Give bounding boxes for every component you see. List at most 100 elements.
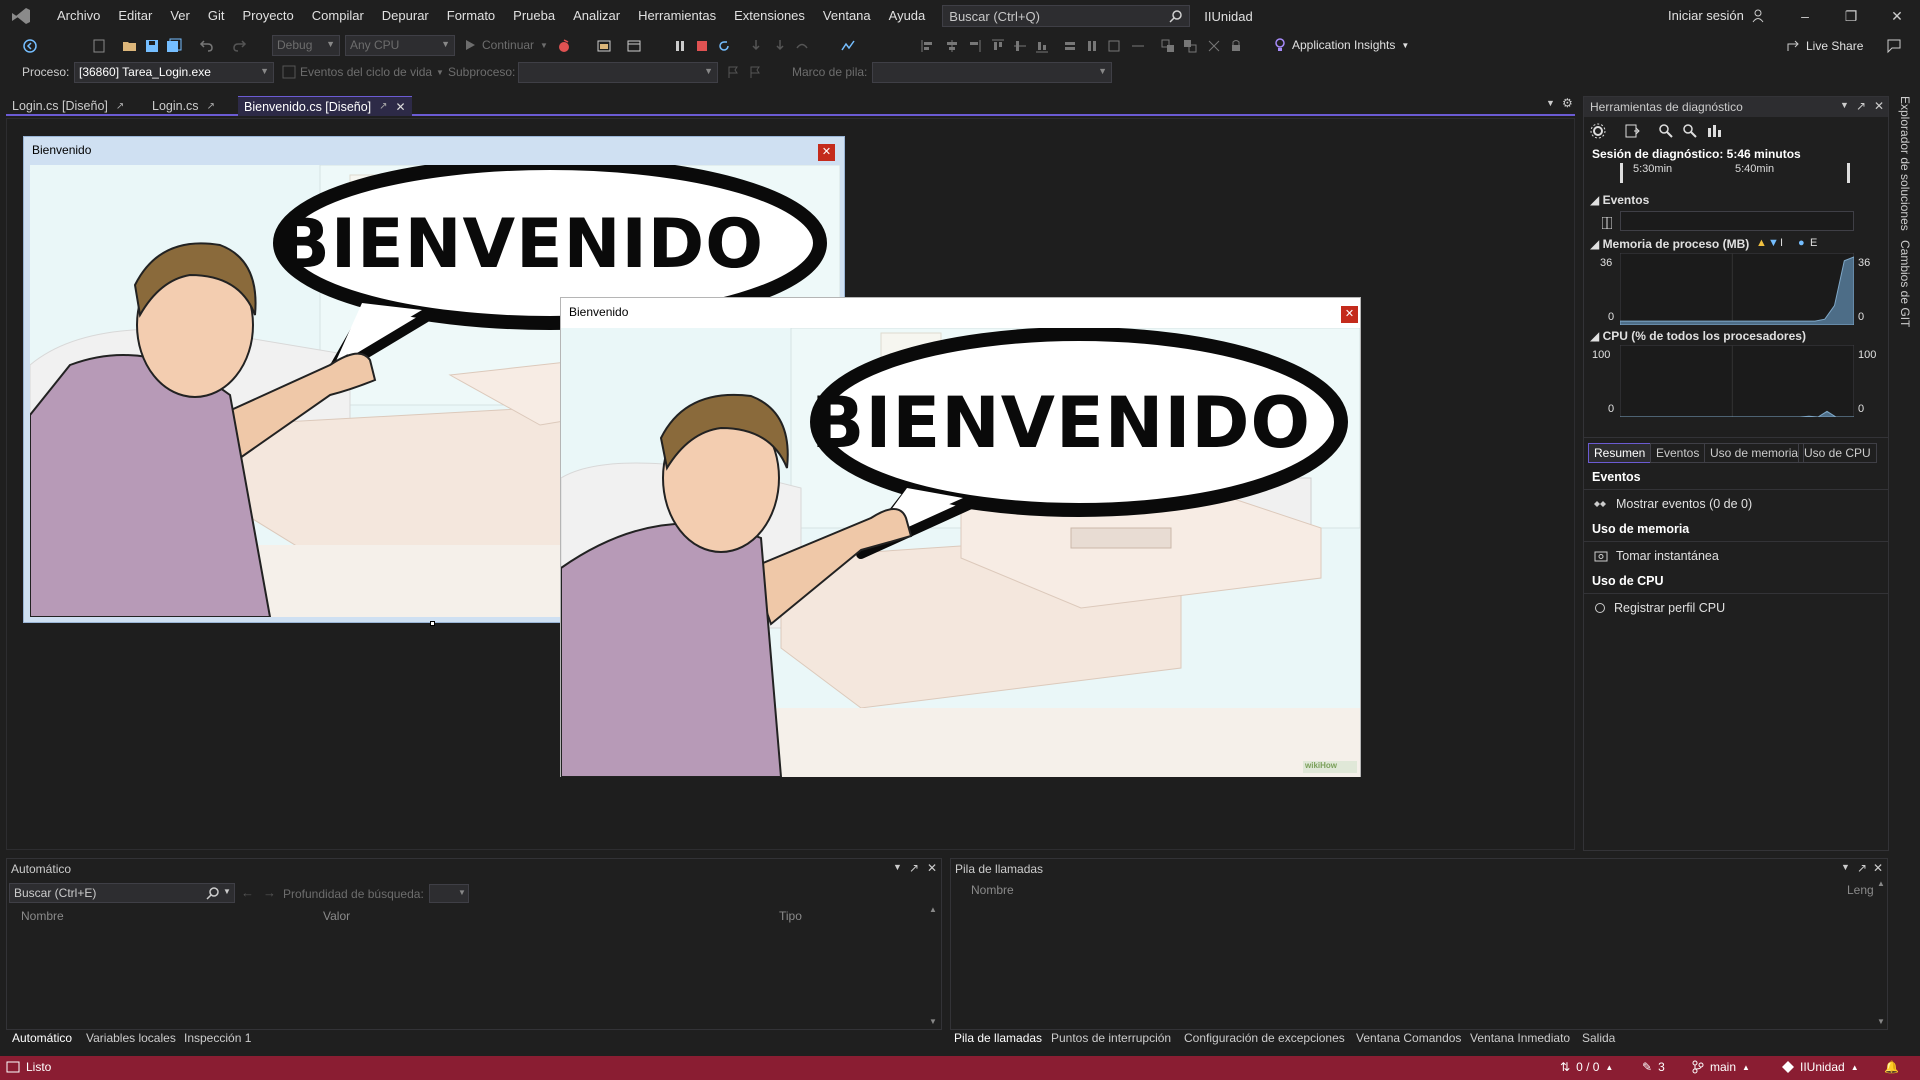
stackframe-select[interactable]: ▼	[872, 62, 1112, 83]
tab-puntos-interrupcion[interactable]: Puntos de interrupción	[1051, 1031, 1171, 1045]
bring-front-icon[interactable]	[1160, 38, 1176, 54]
close-icon[interactable]: ✕	[1873, 861, 1883, 875]
spacing-icon[interactable]	[1130, 38, 1146, 54]
tab-configuracion-excepciones[interactable]: Configuración de excepciones	[1184, 1031, 1345, 1045]
menu-editar[interactable]: Editar	[109, 0, 161, 32]
status-repo[interactable]: IIUnidad ▲	[1782, 1060, 1859, 1074]
menu-extensiones[interactable]: Extensiones	[725, 0, 814, 32]
notifications-icon[interactable]: 🔔	[1884, 1060, 1899, 1074]
zoom-out-icon[interactable]	[1682, 123, 1698, 139]
tab-eventos[interactable]: Eventos	[1650, 443, 1706, 463]
flag-icon[interactable]	[726, 65, 742, 81]
configuration-select[interactable]: Debug ▼	[272, 35, 340, 56]
open-folder-icon[interactable]	[122, 38, 138, 54]
tab-login-design[interactable]: Login.cs [Diseño] ↗	[6, 96, 130, 116]
minimize-button[interactable]: –	[1782, 0, 1828, 32]
menu-depurar[interactable]: Depurar	[373, 0, 438, 32]
menu-archivo[interactable]: Archivo	[48, 0, 109, 32]
column-nombre[interactable]: Nombre	[971, 883, 1014, 897]
menu-analizar[interactable]: Analizar	[564, 0, 629, 32]
align-right-icon[interactable]	[966, 38, 982, 54]
tab-resumen[interactable]: Resumen	[1588, 443, 1652, 463]
scroll-up-icon[interactable]: ▲	[1877, 879, 1885, 888]
events-section-header[interactable]: ◢ Eventos	[1590, 193, 1649, 207]
close-tab-icon[interactable]: ✕	[396, 100, 406, 114]
align-bottom-icon[interactable]	[1034, 38, 1050, 54]
timeline-ruler[interactable]: 5:30min 5:40min	[1620, 163, 1850, 183]
tab-variables-locales[interactable]: Variables locales	[86, 1031, 176, 1045]
tab-uso-memoria[interactable]: Uso de memoria	[1704, 443, 1805, 463]
zoom-in-icon[interactable]	[1658, 123, 1674, 139]
tab-ventana-comandos[interactable]: Ventana Comandos	[1356, 1031, 1461, 1045]
events-track[interactable]	[1620, 211, 1854, 231]
hot-reload-icon[interactable]	[556, 38, 572, 54]
new-project-icon[interactable]	[92, 38, 108, 54]
pause-icon[interactable]	[672, 38, 688, 54]
status-branch[interactable]: main ▲	[1692, 1060, 1750, 1074]
pause-events-icon[interactable]	[1602, 217, 1612, 229]
tab-uso-cpu[interactable]: Uso de CPU	[1798, 443, 1877, 463]
tab-automatico[interactable]: Automático	[12, 1031, 72, 1045]
layout-icon[interactable]	[626, 38, 642, 54]
record-cpu-profile-link[interactable]: Registrar perfil CPU	[1584, 595, 1888, 620]
process-select[interactable]: [36860] Tarea_Login.exe ▼	[74, 62, 274, 83]
column-tipo[interactable]: Tipo	[779, 909, 802, 923]
pin-icon[interactable]: ↗	[116, 101, 124, 112]
step-out-icon[interactable]	[794, 38, 810, 54]
diagnostic-icon[interactable]	[840, 38, 856, 54]
search-back-icon[interactable]: ←	[241, 885, 254, 900]
continue-button[interactable]: Continuar ▼	[464, 38, 548, 52]
chevron-down-icon[interactable]: ▼	[1841, 862, 1850, 872]
live-share-button[interactable]: Live Share	[1786, 39, 1863, 53]
tab-ventana-inmediato[interactable]: Ventana Inmediato	[1470, 1031, 1570, 1045]
column-valor[interactable]: Valor	[323, 909, 350, 923]
size-to-grid-icon[interactable]	[1106, 38, 1122, 54]
settings-gear-icon[interactable]: ⚙	[1562, 96, 1573, 110]
pin-icon[interactable]: ↗	[379, 101, 387, 112]
menu-prueba[interactable]: Prueba	[504, 0, 564, 32]
git-changes-tab[interactable]: Cambios de GIT	[1898, 240, 1912, 327]
step-into-icon[interactable]	[748, 38, 764, 54]
menu-ver[interactable]: Ver	[161, 0, 199, 32]
menu-proyecto[interactable]: Proyecto	[233, 0, 302, 32]
redo-icon[interactable]	[232, 38, 248, 54]
take-snapshot-link[interactable]: Tomar instantánea	[1584, 543, 1888, 568]
memory-section-header[interactable]: ◢ Memoria de proceso (MB)	[1590, 237, 1749, 251]
tab-pila-llamadas[interactable]: Pila de llamadas	[954, 1031, 1042, 1045]
chevron-down-icon[interactable]: ▼	[1840, 100, 1849, 110]
browse-icon[interactable]	[596, 38, 612, 54]
lifecycle-events-label[interactable]: Eventos del ciclo de vida	[300, 65, 432, 79]
pin-icon[interactable]: ↗	[1856, 99, 1866, 113]
align-left-icon[interactable]	[920, 38, 936, 54]
runtime-form-close-button[interactable]: ✕	[1341, 306, 1358, 323]
close-icon[interactable]: ✕	[1874, 99, 1884, 113]
close-icon[interactable]: ✕	[927, 861, 937, 875]
pin-icon[interactable]: ↗	[1857, 861, 1867, 875]
status-edits[interactable]: ✎ 3	[1642, 1060, 1665, 1074]
cpu-section-header[interactable]: ◢ CPU (% de todos los procesadores)	[1590, 329, 1806, 343]
menu-ayuda[interactable]: Ayuda	[880, 0, 935, 32]
tab-login-code[interactable]: Login.cs ↗	[146, 96, 221, 116]
align-center-icon[interactable]	[944, 38, 960, 54]
step-over-icon[interactable]	[772, 38, 788, 54]
search-depth-select[interactable]: ▼	[429, 884, 469, 903]
resize-handle[interactable]	[430, 621, 435, 626]
thread-select[interactable]: ▼	[518, 62, 718, 83]
stop-icon[interactable]	[694, 38, 710, 54]
autos-scrollbar[interactable]: ▲ ▼	[927, 905, 939, 1027]
undo-icon[interactable]	[198, 38, 214, 54]
global-search-input[interactable]: Buscar (Ctrl+Q)	[942, 5, 1191, 27]
signin-button[interactable]: Iniciar sesión	[1668, 0, 1766, 32]
menu-ventana[interactable]: Ventana	[814, 0, 880, 32]
runtime-form-window[interactable]: Bienvenido ✕ BIENVENIDO wikiHow	[560, 297, 1361, 777]
align-top-icon[interactable]	[990, 38, 1006, 54]
scroll-down-icon[interactable]: ▼	[929, 1017, 937, 1026]
cpu-chart[interactable]	[1620, 345, 1854, 417]
settings-gear-icon[interactable]	[1590, 123, 1606, 139]
send-back-icon[interactable]	[1182, 38, 1198, 54]
memory-chart[interactable]	[1620, 253, 1854, 325]
save-all-icon[interactable]	[166, 38, 182, 54]
menu-git[interactable]: Git	[199, 0, 234, 32]
select-tools-icon[interactable]	[1624, 123, 1640, 139]
application-insights-button[interactable]: Application Insights ▼	[1274, 38, 1409, 52]
